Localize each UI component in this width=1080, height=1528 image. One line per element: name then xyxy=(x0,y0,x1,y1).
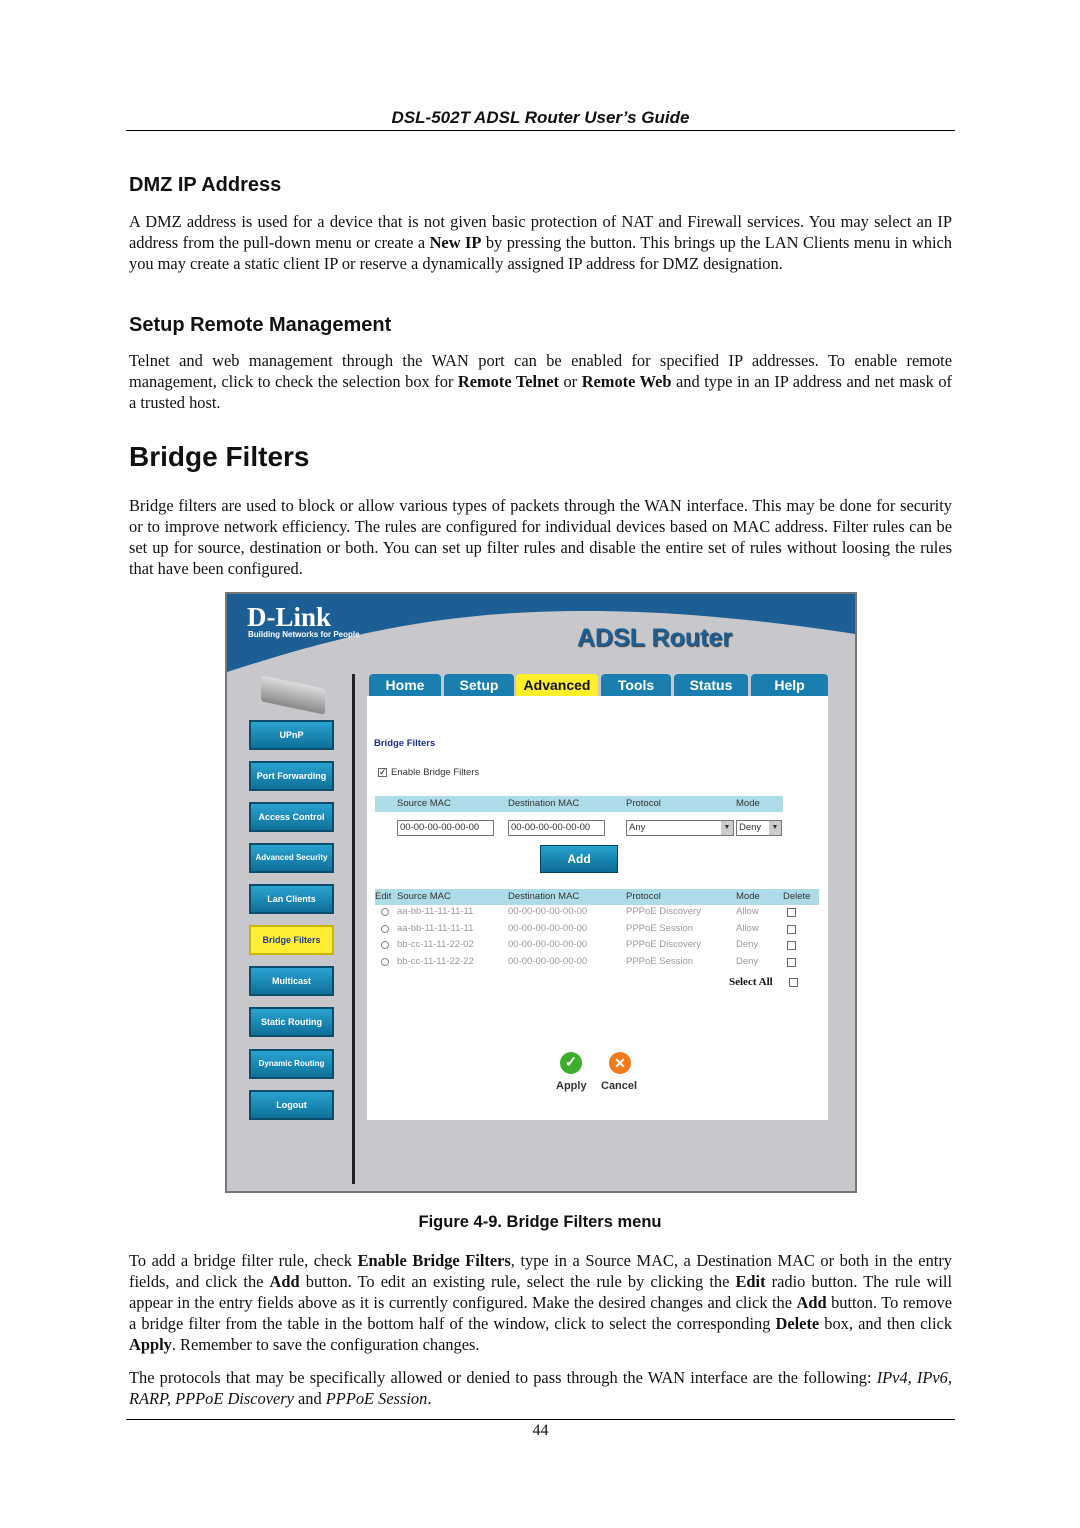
row-cell: 00-00-00-00-00-00 xyxy=(508,906,588,917)
sidebar-access-control[interactable]: Access Control xyxy=(249,802,334,832)
col-protocol: Protocol xyxy=(626,891,661,902)
entry-header: Source MAC Destination MAC Protocol Mode xyxy=(375,796,783,812)
page-number: 44 xyxy=(126,1419,955,1440)
running-header: DSL-502T ADSL Router User’s Guide xyxy=(126,108,955,131)
enable-checkbox[interactable]: ✓ xyxy=(378,768,387,777)
dlink-logo: D-Link xyxy=(247,602,332,632)
col-edit: Edit xyxy=(375,891,392,902)
select-all-label: Select All xyxy=(729,976,773,988)
enable-label: Enable Bridge Filters xyxy=(391,767,480,778)
delete-checkbox[interactable] xyxy=(787,941,796,950)
section-title-bridge: Bridge Filters xyxy=(129,441,310,472)
sidebar-lan-clients[interactable]: Lan Clients xyxy=(249,884,334,914)
mode-value: Deny xyxy=(739,822,762,833)
col-protocol: Protocol xyxy=(626,798,661,809)
chevron-down-icon: ▼ xyxy=(769,821,781,835)
col-delete: Delete xyxy=(783,891,811,902)
edit-radio[interactable] xyxy=(381,924,389,933)
row-cell: PPPoE Discovery xyxy=(626,939,701,950)
add-button[interactable]: Add xyxy=(540,845,618,873)
row-cell: 00-00-00-00-00-00 xyxy=(508,922,588,934)
select-all-checkbox[interactable] xyxy=(789,978,798,987)
table-header: Edit Source MAC Destination MAC Protocol… xyxy=(375,889,819,905)
row-cell: Allow xyxy=(736,906,759,917)
tab-tools[interactable]: Tools xyxy=(601,674,671,696)
tab-help[interactable]: Help xyxy=(751,674,828,696)
source-mac-input[interactable]: 00-00-00-00-00-00 xyxy=(397,820,494,836)
tab-home[interactable]: Home xyxy=(369,674,441,696)
router-title: ADSL Router xyxy=(577,624,733,652)
instructions-paragraph: To add a bridge filter rule, check Enabl… xyxy=(129,1251,953,1354)
apply-button[interactable]: Apply xyxy=(556,1080,587,1092)
sidebar-static-routing[interactable]: Static Routing xyxy=(249,1007,334,1037)
protocol-select[interactable]: Any ▼ xyxy=(626,820,734,836)
logo-tagline: Building Networks for People xyxy=(248,630,360,639)
row-cell: aa-bb-11-11-11-11 xyxy=(397,906,474,917)
mode-select[interactable]: Deny ▼ xyxy=(736,820,782,836)
cancel-x-icon[interactable]: ✕ xyxy=(609,1052,631,1074)
row-cell: PPPoE Session xyxy=(626,922,694,934)
row-cell: bb-cc-11-11-22-02 xyxy=(397,939,474,950)
sidebar-dynamic-routing[interactable]: Dynamic Routing xyxy=(249,1049,334,1079)
row-cell: PPPoE Discovery xyxy=(626,906,701,917)
tab-status[interactable]: Status xyxy=(674,674,748,696)
edit-radio[interactable] xyxy=(381,941,389,949)
bridge-paragraph: Bridge filters are used to block or allo… xyxy=(129,496,952,578)
apply-check-icon[interactable]: ✓ xyxy=(560,1052,582,1074)
edit-radio[interactable] xyxy=(381,908,389,916)
tab-advanced[interactable]: Advanced xyxy=(516,674,598,696)
router-device-icon xyxy=(261,675,325,715)
col-source: Source MAC xyxy=(397,798,451,809)
row-cell: Deny xyxy=(736,939,759,950)
col-mode: Mode xyxy=(736,891,760,902)
router-screenshot: D-Link Building Networks for People ADSL… xyxy=(225,592,857,1193)
remote-paragraph: Telnet and web management through the WA… xyxy=(129,351,952,412)
protocols-paragraph: The protocols that may be specifically a… xyxy=(129,1368,952,1408)
panel-title: Bridge Filters xyxy=(374,738,436,749)
row-cell: bb-cc-11-11-22-22 xyxy=(397,955,474,967)
col-dest: Destination MAC xyxy=(508,798,580,809)
sidebar-upnp[interactable]: UPnP xyxy=(249,720,334,750)
sidebar-advanced-security[interactable]: Advanced Security xyxy=(249,843,334,873)
sidebar-logout[interactable]: Logout xyxy=(249,1090,334,1120)
edit-radio[interactable] xyxy=(381,957,389,966)
protocol-value: Any xyxy=(629,822,646,833)
content-panel: Bridge Filters ✓ Enable Bridge Filters S… xyxy=(367,696,828,1120)
dmz-paragraph: A DMZ address is used for a device that … xyxy=(129,212,953,273)
row-cell: 00-00-00-00-00-00 xyxy=(508,955,588,967)
chevron-down-icon: ▼ xyxy=(721,821,733,835)
row-cell: 00-00-00-00-00-00 xyxy=(508,939,588,950)
row-cell: Deny xyxy=(736,955,759,967)
row-cell: aa-bb-11-11-11-11 xyxy=(397,922,474,934)
section-title-dmz: DMZ IP Address xyxy=(129,174,282,196)
col-dest: Destination MAC xyxy=(508,891,580,902)
row-cell: PPPoE Session xyxy=(626,955,694,967)
sidebar-port-forwarding[interactable]: Port Forwarding xyxy=(249,761,334,791)
row-cell: Allow xyxy=(736,922,759,934)
figure-caption: Figure 4-9. Bridge Filters menu xyxy=(418,1213,662,1231)
tab-setup[interactable]: Setup xyxy=(444,674,514,696)
cancel-button[interactable]: Cancel xyxy=(601,1080,637,1092)
divider xyxy=(352,674,355,1184)
delete-checkbox[interactable] xyxy=(787,924,796,934)
dest-mac-input[interactable]: 00-00-00-00-00-00 xyxy=(508,820,605,836)
delete-checkbox[interactable] xyxy=(787,957,796,967)
sidebar-multicast[interactable]: Multicast xyxy=(249,966,334,996)
section-title-remote: Setup Remote Management xyxy=(129,314,392,336)
delete-checkbox[interactable] xyxy=(787,908,796,917)
col-mode: Mode xyxy=(736,798,760,809)
sidebar-bridge-filters[interactable]: Bridge Filters xyxy=(249,925,334,955)
col-source: Source MAC xyxy=(397,891,451,902)
